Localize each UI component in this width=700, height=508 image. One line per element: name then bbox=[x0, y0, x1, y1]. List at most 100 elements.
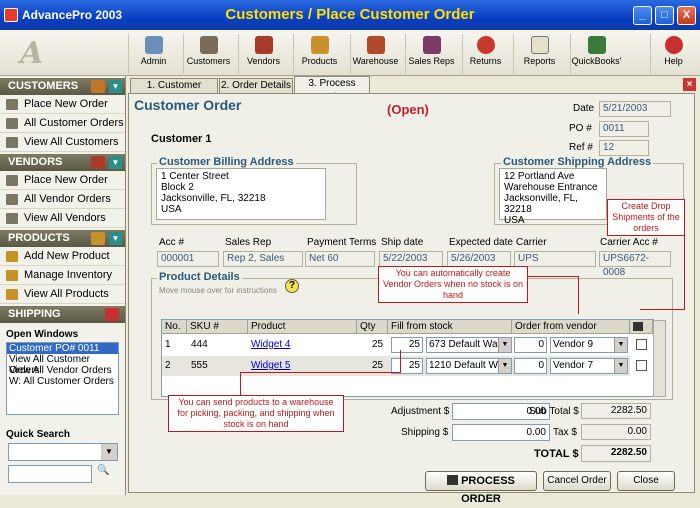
toolbar-quickbooks[interactable]: QuickBooks' bbox=[570, 34, 622, 74]
sidebar-section-vendors[interactable]: VENDORS ▼ bbox=[0, 154, 125, 171]
row1-product-link[interactable]: Widget 4 bbox=[251, 335, 290, 355]
inventory-icon bbox=[6, 270, 18, 281]
quick-search-input[interactable] bbox=[8, 465, 92, 483]
chevron-down-icon[interactable]: ▼ bbox=[498, 338, 511, 352]
sidebar-item-place-customer-order[interactable]: Place New Order bbox=[0, 95, 125, 114]
row1-warehouse-select[interactable]: 673 Default Wa ▼ bbox=[426, 337, 512, 353]
column-header-dropship bbox=[630, 320, 653, 334]
row1-order-qty-input[interactable]: 0 bbox=[514, 337, 547, 353]
returns-icon bbox=[476, 36, 495, 54]
app-icon bbox=[4, 8, 18, 22]
sidebar-item-label: All Customer Orders bbox=[24, 117, 124, 129]
toolbar-admin[interactable]: Admin bbox=[128, 34, 178, 74]
product-details-title: Product Details bbox=[157, 271, 242, 283]
toolbar-label: Admin bbox=[140, 56, 167, 66]
admin-icon bbox=[144, 36, 163, 54]
row2-dropship-checkbox[interactable] bbox=[636, 360, 647, 371]
pin-icon[interactable] bbox=[105, 308, 119, 321]
row1-vendor-select[interactable]: Vendor 9 ▼ bbox=[550, 337, 628, 353]
ship-date-field: 5/22/2003 bbox=[379, 251, 443, 267]
row2-order-qty-input[interactable]: 0 bbox=[514, 358, 547, 374]
toolbar-label: Products bbox=[301, 56, 338, 66]
chevron-down-icon[interactable]: ▼ bbox=[614, 338, 627, 352]
cancel-order-button[interactable]: Cancel Order bbox=[543, 471, 611, 491]
sidebar-section-shipping[interactable]: SHIPPING bbox=[0, 306, 125, 323]
toolbar-label: Customers bbox=[186, 56, 231, 66]
sidebar-item-manage-inventory[interactable]: Manage Inventory bbox=[0, 266, 125, 285]
sidebar-section-customers[interactable]: CUSTOMERS ▼ bbox=[0, 78, 125, 95]
collapse-arrow-icon[interactable]: ▼ bbox=[109, 232, 122, 245]
shipping-address: 12 Portland Ave Warehouse Entrance Jacks… bbox=[499, 168, 607, 226]
maximize-button[interactable]: □ bbox=[655, 6, 674, 25]
sidebar-item-view-products[interactable]: View All Products bbox=[0, 285, 125, 304]
toolbar-products[interactable]: Products bbox=[293, 34, 345, 74]
billing-address: 1 Center Street Block 2 Jacksonville, FL… bbox=[156, 168, 326, 220]
collapse-arrow-icon[interactable]: ▼ bbox=[109, 156, 122, 169]
shipping-cost-input[interactable]: 0.00 bbox=[452, 424, 550, 441]
close-button[interactable]: Close bbox=[617, 471, 675, 491]
toolbar-label: Reports bbox=[523, 56, 556, 66]
sidebar-item-view-vendors[interactable]: View All Vendors bbox=[0, 209, 125, 228]
row2-product-link[interactable]: Widget 5 bbox=[251, 356, 290, 376]
list-item[interactable]: Customer PO# 0011 bbox=[7, 343, 118, 354]
add-product-icon bbox=[6, 251, 18, 262]
list-item[interactable]: View All Vendor Orders bbox=[7, 365, 118, 376]
help-icon[interactable]: ? bbox=[285, 279, 299, 293]
row1-qty: 25 bbox=[372, 339, 384, 350]
quick-search-type-select[interactable]: ▼ bbox=[8, 443, 118, 461]
search-icon[interactable]: 🔍 bbox=[97, 465, 119, 481]
sidebar-item-all-customer-orders[interactable]: All Customer Orders bbox=[0, 114, 125, 133]
section-title: VENDORS bbox=[8, 156, 63, 168]
products-section-icon bbox=[91, 232, 105, 245]
tab-process-order[interactable]: 3. Process Order bbox=[294, 76, 370, 103]
collapse-arrow-icon[interactable]: ▼ bbox=[109, 80, 122, 93]
subtotal-label: Sub Total $ bbox=[529, 406, 579, 417]
close-tab-icon[interactable]: × bbox=[683, 78, 696, 91]
toolbar-help[interactable]: Help bbox=[650, 34, 696, 74]
warehouse-icon bbox=[366, 36, 385, 54]
status-badge: (Open) bbox=[387, 102, 429, 117]
total-field: 2282.50 bbox=[581, 445, 651, 462]
grid-scrollbar[interactable] bbox=[653, 320, 666, 397]
sidebar-item-all-vendor-orders[interactable]: All Vendor Orders bbox=[0, 190, 125, 209]
toolbar-label: Warehouse bbox=[352, 56, 399, 66]
sidebar-item-add-product[interactable]: Add New Product bbox=[0, 247, 125, 266]
open-windows-list[interactable]: Customer PO# 0011 View All Customer Orde… bbox=[6, 342, 119, 415]
po-label: PO # bbox=[569, 123, 592, 134]
list-item[interactable]: View All Customer Orders bbox=[7, 354, 118, 376]
toolbar-warehouse[interactable]: Warehouse bbox=[350, 34, 400, 74]
list-item[interactable]: W: All Customer Orders bbox=[7, 376, 118, 387]
process-order-button[interactable]: PROCESS ORDER bbox=[425, 471, 537, 505]
order-icon bbox=[6, 175, 18, 186]
toolbar-vendors[interactable]: Vendors bbox=[238, 34, 288, 74]
tab-order-details[interactable]: 2. Order Details bbox=[219, 78, 293, 93]
sidebar-item-label: Place New Order bbox=[24, 98, 108, 110]
tax-field: 0.00 bbox=[581, 424, 651, 440]
chevron-down-icon[interactable]: ▼ bbox=[101, 444, 117, 460]
toolbar-reports[interactable]: Reports bbox=[513, 34, 565, 74]
subtotal-field: 2282.50 bbox=[581, 403, 651, 419]
select-value: 1210 Default Wa bbox=[429, 360, 504, 371]
payment-terms-label: Payment Terms bbox=[307, 237, 377, 248]
products-icon bbox=[310, 36, 329, 54]
chevron-down-icon[interactable]: ▼ bbox=[498, 359, 511, 373]
close-window-button[interactable]: X bbox=[677, 6, 696, 25]
sidebar-section-products[interactable]: PRODUCTS ▼ bbox=[0, 230, 125, 247]
drop-ship-note: Create Drop Shipments of the orders bbox=[607, 199, 685, 236]
minimize-button[interactable]: _ bbox=[633, 6, 652, 25]
sidebar-item-view-customers[interactable]: View All Customers bbox=[0, 133, 125, 152]
chevron-down-icon[interactable]: ▼ bbox=[614, 359, 627, 373]
row1-fill-qty-input[interactable]: 25 bbox=[391, 337, 423, 353]
sidebar-item-place-vendor-order[interactable]: Place New Order bbox=[0, 171, 125, 190]
quick-search-title: Quick Search bbox=[6, 429, 70, 440]
row2-warehouse-select[interactable]: 1210 Default Wa ▼ bbox=[426, 358, 512, 374]
toolbar-sales-reps[interactable]: Sales Reps bbox=[405, 34, 457, 74]
section-title: CUSTOMERS bbox=[8, 80, 79, 92]
shipping-title: Customer Shipping Address bbox=[501, 156, 654, 168]
toolbar-customers[interactable]: Customers bbox=[183, 34, 233, 74]
tab-customer-details[interactable]: 1. Customer Details bbox=[130, 78, 218, 105]
toolbar-returns[interactable]: Returns bbox=[462, 34, 508, 74]
row1-dropship-checkbox[interactable] bbox=[636, 339, 647, 350]
row2-vendor-select[interactable]: Vendor 7 ▼ bbox=[550, 358, 628, 374]
expected-date-field: 5/26/2003 bbox=[447, 251, 511, 267]
